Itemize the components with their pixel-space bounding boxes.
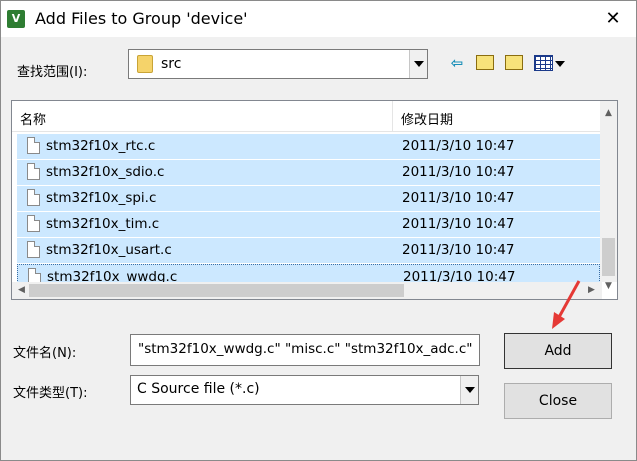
add-button[interactable]: Add bbox=[504, 333, 612, 369]
app-icon: V bbox=[7, 10, 25, 28]
up-folder-icon[interactable] bbox=[475, 53, 495, 73]
filetype-dropdown[interactable]: C Source file (*.c) bbox=[130, 375, 479, 405]
file-icon bbox=[27, 137, 40, 154]
file-date: 2011/3/10 10:47 bbox=[402, 190, 515, 206]
file-row[interactable]: stm32f10x_tim.c 2011/3/10 10:47 bbox=[17, 212, 600, 237]
file-row[interactable]: stm32f10x_spi.c 2011/3/10 10:47 bbox=[17, 186, 600, 211]
scroll-up-icon[interactable]: ▲ bbox=[603, 108, 614, 119]
back-arrow-icon[interactable]: ⇦ bbox=[447, 53, 467, 73]
file-row[interactable]: stm32f10x_rtc.c 2011/3/10 10:47 bbox=[17, 134, 600, 159]
title-bar: V Add Files to Group 'device' ✕ bbox=[1, 1, 636, 37]
file-row[interactable]: stm32f10x_usart.c 2011/3/10 10:47 bbox=[17, 238, 600, 263]
file-name: stm32f10x_usart.c bbox=[46, 242, 172, 258]
view-menu-icon[interactable] bbox=[532, 53, 566, 73]
file-name: stm32f10x_sdio.c bbox=[46, 164, 165, 180]
list-header: 名称 修改日期 bbox=[12, 101, 600, 132]
chevron-down-icon[interactable] bbox=[409, 50, 427, 78]
file-list[interactable]: 名称 修改日期 stm32f10x_rtc.c 2011/3/10 10:47 … bbox=[11, 100, 618, 300]
lookin-label: 查找范围(I): bbox=[17, 65, 88, 80]
file-icon bbox=[27, 215, 40, 232]
folder-icon bbox=[137, 55, 153, 73]
vertical-scrollbar[interactable]: ▲ ▼ bbox=[600, 101, 617, 291]
chevron-down-icon[interactable] bbox=[460, 376, 478, 404]
filetype-value: C Source file (*.c) bbox=[137, 381, 260, 397]
column-header-date[interactable]: 修改日期 bbox=[401, 109, 453, 128]
filetype-label: 文件类型(T): bbox=[13, 386, 88, 401]
file-date: 2011/3/10 10:47 bbox=[402, 216, 515, 232]
add-files-dialog: V Add Files to Group 'device' ✕ 查找范围(I):… bbox=[0, 0, 637, 461]
file-icon bbox=[27, 163, 40, 180]
file-icon bbox=[27, 189, 40, 206]
file-date: 2011/3/10 10:47 bbox=[402, 242, 515, 258]
lookin-value: src bbox=[161, 56, 182, 72]
file-name: stm32f10x_rtc.c bbox=[46, 138, 156, 154]
column-divider[interactable] bbox=[392, 101, 393, 131]
filename-input[interactable]: "stm32f10x_wwdg.c" "misc.c" "stm32f10x_a… bbox=[130, 334, 480, 366]
file-date: 2011/3/10 10:47 bbox=[402, 138, 515, 154]
file-row[interactable]: stm32f10x_sdio.c 2011/3/10 10:47 bbox=[17, 160, 600, 185]
scroll-right-icon[interactable]: ▶ bbox=[586, 285, 597, 296]
horizontal-scrollbar[interactable]: ◀ ▶ bbox=[12, 282, 602, 299]
horizontal-scroll-thumb[interactable] bbox=[29, 284, 404, 297]
file-name: stm32f10x_spi.c bbox=[46, 190, 157, 206]
window-title: Add Files to Group 'device' bbox=[35, 9, 248, 28]
column-header-name[interactable]: 名称 bbox=[20, 109, 46, 128]
close-window-button[interactable]: ✕ bbox=[600, 7, 626, 31]
scroll-left-icon[interactable]: ◀ bbox=[16, 285, 27, 296]
file-date: 2011/3/10 10:47 bbox=[402, 164, 515, 180]
lookin-dropdown[interactable]: src bbox=[128, 49, 428, 79]
close-button[interactable]: Close bbox=[504, 383, 612, 419]
scroll-down-icon[interactable]: ▼ bbox=[603, 281, 614, 292]
new-folder-icon[interactable] bbox=[503, 53, 525, 73]
vertical-scroll-thumb[interactable] bbox=[602, 238, 615, 276]
filename-label: 文件名(N): bbox=[13, 346, 77, 361]
file-name: stm32f10x_tim.c bbox=[46, 216, 160, 232]
file-icon bbox=[27, 241, 40, 258]
annotation-arrow-icon bbox=[552, 280, 581, 329]
